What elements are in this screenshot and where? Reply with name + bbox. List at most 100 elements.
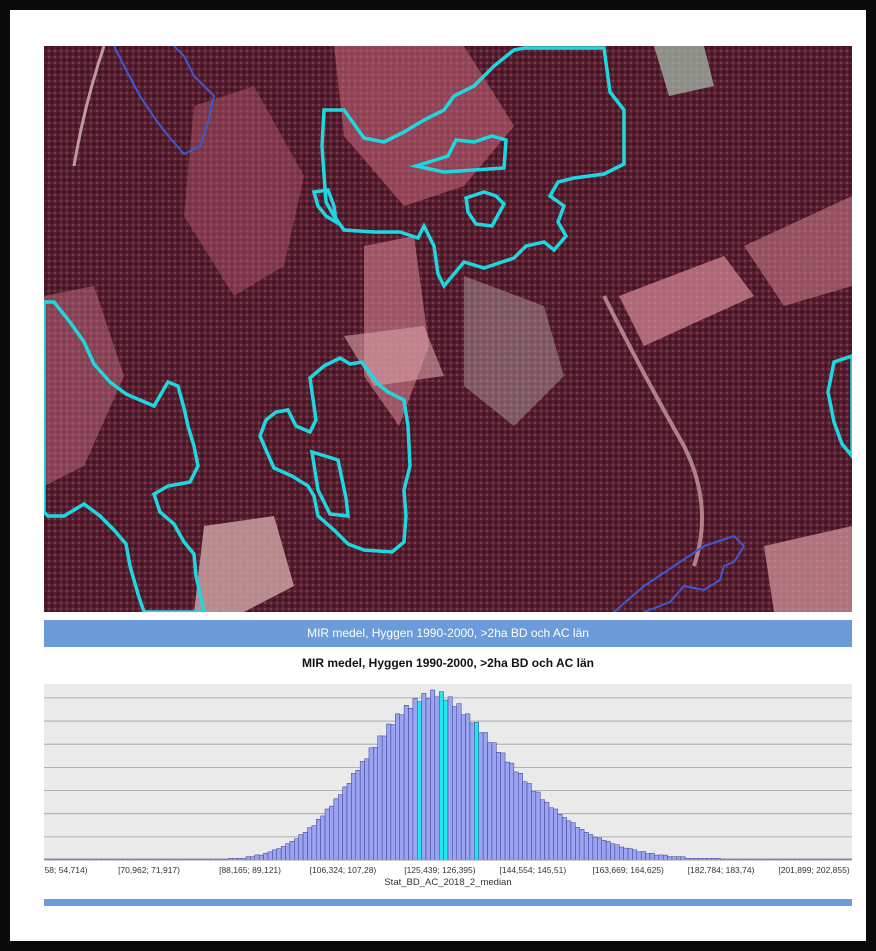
histogram-bar <box>597 837 602 861</box>
histogram-bar <box>614 844 620 861</box>
histogram-bar <box>570 822 576 861</box>
histogram-bar <box>579 829 585 861</box>
histogram-bar <box>662 854 668 861</box>
aerial-map[interactable] <box>44 46 852 612</box>
x-tick-label: [70,962; 71,917) <box>118 865 180 875</box>
histogram-bar <box>645 853 651 861</box>
histogram-bar <box>294 838 299 861</box>
x-tick-label: [182,784; 183,74) <box>688 865 755 875</box>
histogram-bar <box>430 689 436 861</box>
x-tick-label: 3,758; 54,714) <box>44 865 88 875</box>
histogram-bar <box>443 699 449 861</box>
histogram-bar <box>320 815 326 861</box>
histogram-bar <box>636 851 642 861</box>
histogram-bar <box>496 752 501 861</box>
x-tick-label: [125,439; 126,395) <box>404 865 476 875</box>
histogram-bar <box>566 820 572 861</box>
histogram-bar <box>373 747 378 861</box>
histogram-bar <box>368 747 374 861</box>
histogram-bar <box>280 846 286 861</box>
histogram-bar <box>258 854 264 861</box>
histogram-bar <box>346 783 352 861</box>
histogram-bar <box>531 791 537 861</box>
histogram-bar <box>456 703 462 861</box>
histogram-bar <box>583 832 589 861</box>
histogram-bar <box>316 818 321 861</box>
histogram-bar <box>386 723 392 861</box>
histogram-bar <box>425 698 431 861</box>
histogram-bar <box>272 849 277 861</box>
histogram-bar <box>522 781 528 861</box>
histogram-bar <box>601 840 607 861</box>
histogram-bar <box>627 848 633 861</box>
histogram-bar <box>553 808 559 861</box>
histogram-bar <box>285 843 291 861</box>
histogram-bar <box>355 769 361 861</box>
histogram-bar <box>610 843 616 861</box>
histogram-bar <box>474 722 479 861</box>
histogram-bar <box>359 761 365 861</box>
histogram-bar <box>478 732 484 861</box>
x-tick-label: [144,554; 145,51) <box>500 865 567 875</box>
histogram-bar <box>548 807 554 861</box>
histogram-bar <box>619 846 624 861</box>
histogram-bar <box>307 827 313 861</box>
histogram-bar <box>509 762 515 861</box>
map-canvas <box>44 46 852 612</box>
histogram-bar <box>438 691 444 861</box>
histogram-bar <box>377 735 383 861</box>
x-tick-label: [106,324; 107,28) <box>310 865 377 875</box>
histogram-bar <box>390 724 396 861</box>
histogram-bar <box>460 714 466 861</box>
histogram-bar <box>500 752 506 861</box>
histogram-bar <box>504 761 510 861</box>
histogram-bar <box>482 732 488 861</box>
histogram-bar <box>298 834 304 861</box>
histogram-bar <box>395 713 400 861</box>
histogram-bar <box>465 713 471 861</box>
histogram-bar <box>452 706 458 861</box>
histogram-bar <box>434 696 440 861</box>
histogram-bar <box>588 834 594 861</box>
histogram-bar <box>592 836 598 861</box>
histogram-chart: 3,758; 54,714) [70,962; 71,917) [88,165; 8… <box>44 684 852 888</box>
x-tick-labels: 3,758; 54,714) [70,962; 71,917) [88,165; 8… <box>44 865 850 875</box>
x-tick-label: [163,669; 164,625) <box>592 865 664 875</box>
histogram-bar <box>632 849 638 861</box>
histogram-bar <box>447 696 453 861</box>
histogram-bar <box>267 851 273 861</box>
histogram-bar <box>561 817 567 861</box>
histogram-bar <box>311 825 317 861</box>
histogram-bar <box>526 783 532 861</box>
histogram-bar <box>333 798 339 861</box>
histogram-bar <box>417 701 422 861</box>
histogram-bar <box>302 832 308 861</box>
histogram-bar <box>575 827 580 861</box>
histogram-bar <box>649 852 655 861</box>
histogram-bar <box>539 799 545 861</box>
histogram-bar <box>676 856 681 861</box>
histogram-bar <box>535 791 541 861</box>
histogram-bar <box>263 852 269 861</box>
histogram-bar <box>513 771 519 861</box>
histogram-bar <box>544 801 550 861</box>
histogram-bar <box>605 841 611 861</box>
screenshot-frame: MIR medel, Hyggen 1990-2000, >2ha BD och… <box>0 0 876 951</box>
histogram-bar <box>412 698 418 861</box>
chart-title-bar: MIR medel, Hyggen 1990-2000, >2ha BD och… <box>44 620 852 647</box>
histogram-bar <box>469 722 475 861</box>
report-panel: MIR medel, Hyggen 1990-2000, >2ha BD och… <box>44 46 852 908</box>
histogram-bar <box>337 794 343 861</box>
histogram-bar <box>667 856 673 861</box>
histogram-bar <box>329 805 335 861</box>
histogram-bar <box>623 847 629 861</box>
histogram-bar <box>557 814 563 861</box>
histogram-bar <box>491 742 497 861</box>
histogram-bar <box>342 786 348 861</box>
histogram-bar <box>254 854 260 861</box>
histogram-bar <box>364 758 370 861</box>
histogram-bar <box>408 707 414 861</box>
histogram-bar <box>518 773 523 861</box>
histogram-bar <box>245 856 251 861</box>
histogram-bar <box>403 705 409 861</box>
